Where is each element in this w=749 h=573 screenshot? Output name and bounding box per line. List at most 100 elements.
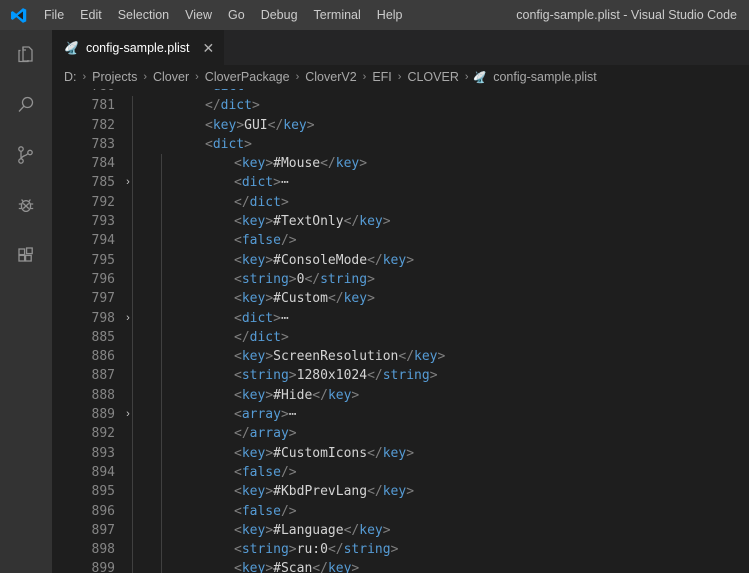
line-number: 898 <box>91 542 115 558</box>
menu-file[interactable]: File <box>36 0 72 30</box>
tab-config-sample-plist[interactable]: 📡 config-sample.plist ✕ <box>52 30 226 65</box>
vscode-window: File Edit Selection View Go Debug Termin… <box>0 0 749 573</box>
title-bar: File Edit Selection View Go Debug Termin… <box>0 0 749 30</box>
line-number: 895 <box>91 484 115 500</box>
indent-guide <box>132 134 133 155</box>
fold-chevron-icon[interactable]: › <box>120 309 136 328</box>
menu-debug[interactable]: Debug <box>253 0 306 30</box>
debug-icon[interactable] <box>0 180 52 230</box>
line-number: 892 <box>91 426 115 442</box>
code-lines: 780›<dict>781</dict>782<key>GUI</key>783… <box>52 89 749 573</box>
explorer-icon[interactable] <box>0 30 52 80</box>
indent-guide <box>161 462 162 483</box>
breadcrumb-item-efi[interactable]: EFI <box>370 70 393 84</box>
indent-guide <box>161 212 162 232</box>
menu-go[interactable]: Go <box>220 0 253 30</box>
indent-guide <box>132 347 133 367</box>
chevron-right-icon: › <box>295 71 300 83</box>
code-editor[interactable]: 780›<dict>781</dict>782<key>GUI</key>783… <box>52 89 749 573</box>
code-line: 888 <key>#Hide</key> <box>52 385 749 406</box>
code-line: 795 <key>#ConsoleMode</key> <box>52 250 749 270</box>
extensions-icon[interactable] <box>0 230 52 280</box>
code-line: 889 › <array>⋯ <box>52 405 749 425</box>
breadcrumb-item-cloverv2[interactable]: CloverV2 <box>303 70 358 84</box>
chevron-right-icon: › <box>362 71 367 83</box>
menu-view[interactable]: View <box>177 0 220 30</box>
line-number: 797 <box>91 291 115 307</box>
breadcrumb-item-clover[interactable]: Clover <box>151 70 191 84</box>
indent-guide <box>132 443 133 463</box>
editor-area: 📡 config-sample.plist ✕ D: › Projects › … <box>52 30 749 573</box>
indent-guide <box>161 405 162 425</box>
indent-guide <box>132 405 133 425</box>
code-text: <key>ScreenResolution</key> <box>234 349 446 365</box>
code-text: <dict>⋯ <box>234 310 289 326</box>
code-text: <string>0</string> <box>234 271 375 287</box>
chevron-right-icon: › <box>397 71 402 83</box>
menu-edit[interactable]: Edit <box>72 0 110 30</box>
code-text: <key>GUI</key> <box>205 117 315 133</box>
code-line: 794 <false/> <box>52 231 749 251</box>
line-number: 888 <box>91 387 115 403</box>
breadcrumb-item-projects[interactable]: Projects <box>90 70 139 84</box>
code-line: 793 <key>#TextOnly</key> <box>52 212 749 232</box>
line-number: 780 <box>52 89 115 96</box>
line-number: 798 <box>91 310 115 326</box>
indent-guide <box>132 520 133 541</box>
indent-guide <box>161 482 162 502</box>
breadcrumb-item-clover-dir[interactable]: CLOVER <box>405 70 460 84</box>
line-number: 796 <box>91 271 115 287</box>
code-line: 796 <string>0</string> <box>52 269 749 290</box>
plist-file-icon: 📡 <box>472 71 487 84</box>
menu-terminal[interactable]: Terminal <box>306 0 369 30</box>
indent-guide <box>132 289 133 309</box>
indent-guide <box>161 385 162 406</box>
code-text: <dict> <box>205 136 252 152</box>
plist-file-icon: 📡 <box>64 40 79 55</box>
code-line: 782 <key>GUI</key> <box>52 115 749 135</box>
fold-chevron-icon[interactable]: › <box>120 173 136 192</box>
line-number: 893 <box>91 445 115 461</box>
search-icon[interactable] <box>0 80 52 130</box>
breadcrumb-item-cloverpackage[interactable]: CloverPackage <box>203 70 292 84</box>
source-control-icon[interactable] <box>0 130 52 180</box>
fold-chevron-icon[interactable]: › <box>120 405 136 424</box>
breadcrumb-item-file[interactable]: config-sample.plist <box>491 70 599 84</box>
code-line: 886 <key>ScreenResolution</key> <box>52 347 749 367</box>
code-text: <false/> <box>234 233 297 249</box>
indent-guide <box>161 559 162 573</box>
fold-chevron-icon[interactable]: › <box>120 89 136 96</box>
line-number: 886 <box>91 349 115 365</box>
code-text: <key>#Language</key> <box>234 522 391 538</box>
breadcrumb: D: › Projects › Clover › CloverPackage ›… <box>52 65 749 89</box>
code-line: 798 › <dict>⋯ <box>52 308 749 328</box>
code-text: <dict> <box>205 89 252 96</box>
indent-guide <box>132 192 133 213</box>
code-line: 892 </array> <box>52 424 749 444</box>
indent-guide <box>161 289 162 309</box>
code-line: 896 <false/> <box>52 501 749 521</box>
line-number: 794 <box>91 233 115 249</box>
line-number: 899 <box>91 561 115 573</box>
line-number: 894 <box>91 464 115 480</box>
activity-bar <box>0 30 52 573</box>
breadcrumb-item-drive[interactable]: D: <box>62 70 79 84</box>
line-number: 793 <box>91 214 115 230</box>
indent-guide <box>132 96 133 116</box>
code-line: 887 <string>1280x1024</string> <box>52 366 749 386</box>
close-icon[interactable]: ✕ <box>202 41 214 55</box>
indent-guide <box>161 308 162 328</box>
menu-help[interactable]: Help <box>369 0 411 30</box>
menu-selection[interactable]: Selection <box>110 0 177 30</box>
window-title: config-sample.plist - Visual Studio Code <box>516 8 737 22</box>
line-number: 795 <box>91 252 115 268</box>
code-text: </dict> <box>205 98 260 114</box>
code-text: <key>#TextOnly</key> <box>234 214 391 230</box>
code-line: 781 </dict> <box>52 96 749 116</box>
code-line: 792 </dict> <box>52 192 749 213</box>
code-text: <dict>⋯ <box>234 175 289 191</box>
indent-guide <box>161 443 162 463</box>
line-number: 889 <box>91 407 115 423</box>
line-number: 885 <box>91 329 115 345</box>
indent-guide <box>132 540 133 560</box>
